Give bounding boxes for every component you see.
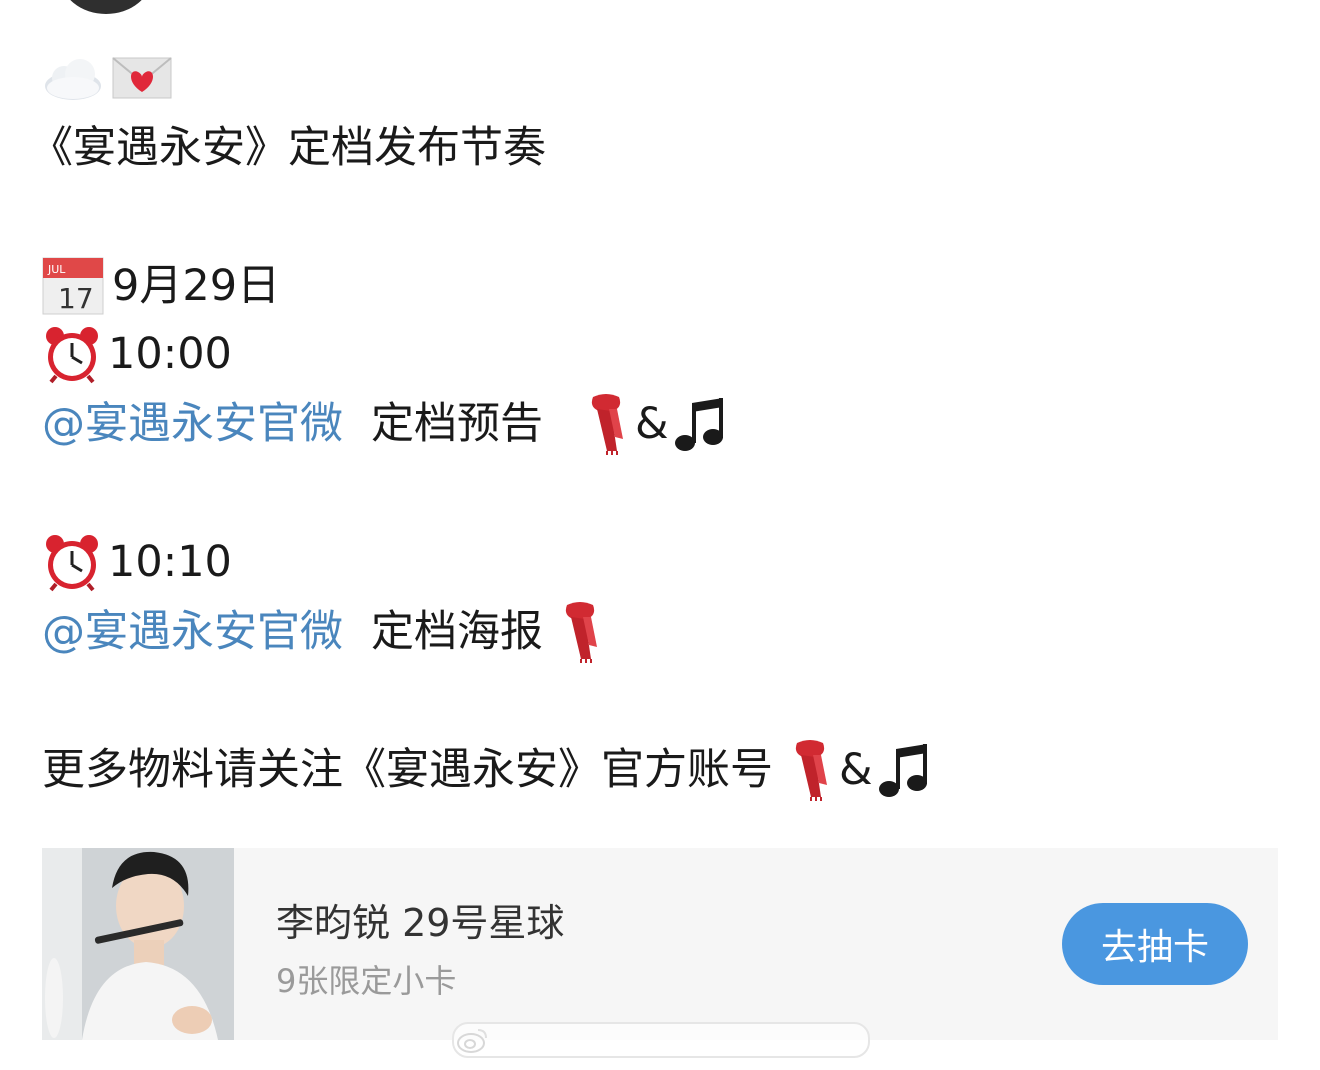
- ampersand-2: &: [839, 745, 873, 795]
- calendar-icon: JUL 17: [42, 256, 104, 316]
- scarf-icon: [787, 739, 833, 801]
- post-title-line: 《宴遇永安》定档发布节奏: [30, 123, 546, 173]
- weibo-watermark: [452, 1022, 870, 1058]
- date-line: JUL 17 9月29日: [42, 256, 280, 316]
- card-subtitle: 9张限定小卡: [276, 962, 457, 1000]
- footer-line: 更多物料请关注《宴遇永安》官方账号 &: [42, 739, 929, 801]
- schedule-line-1: @宴遇永安官微 定档预告 &: [42, 393, 725, 455]
- mention-link-2[interactable]: @宴遇永安官微: [42, 602, 343, 662]
- scarf-icon: [557, 601, 603, 663]
- time-text-1: 10:00: [108, 329, 232, 379]
- weibo-logo-icon: [457, 1029, 487, 1053]
- schedule-item-1: 定档预告: [371, 399, 543, 449]
- weibo-post: 《宴遇永安》定档发布节奏 JUL 17 9月29日 10:00 @宴遇永安官微 …: [0, 0, 1320, 1070]
- card-title: 李昀锐 29号星球: [276, 901, 565, 945]
- card-thumbnail: [42, 848, 234, 1040]
- time-line-2: 10:10: [42, 532, 232, 592]
- love-letter-icon: [112, 56, 172, 100]
- promo-card[interactable]: 李昀锐 29号星球 9张限定小卡 去抽卡: [42, 848, 1278, 1040]
- cloud-icon: [42, 52, 104, 104]
- time-line-1: 10:00: [42, 324, 232, 384]
- ampersand-1: &: [635, 399, 669, 449]
- scarf-icon: [583, 393, 629, 455]
- svg-text:17: 17: [58, 282, 94, 315]
- alarm-clock-icon: [42, 532, 102, 592]
- footer-text: 更多物料请关注《宴遇永安》官方账号: [42, 745, 773, 795]
- draw-card-button[interactable]: 去抽卡: [1062, 903, 1248, 985]
- musical-notes-icon: [877, 741, 929, 799]
- musical-notes-icon: [673, 395, 725, 453]
- schedule-item-2: 定档海报: [371, 607, 543, 657]
- avatar[interactable]: [60, 0, 152, 14]
- svg-text:JUL: JUL: [47, 263, 66, 276]
- date-text: 9月29日: [112, 261, 281, 311]
- emoji-line: [42, 48, 172, 108]
- schedule-line-2: @宴遇永安官微 定档海报: [42, 601, 603, 663]
- time-text-2: 10:10: [108, 537, 232, 587]
- alarm-clock-icon: [42, 324, 102, 384]
- mention-link-1[interactable]: @宴遇永安官微: [42, 394, 343, 454]
